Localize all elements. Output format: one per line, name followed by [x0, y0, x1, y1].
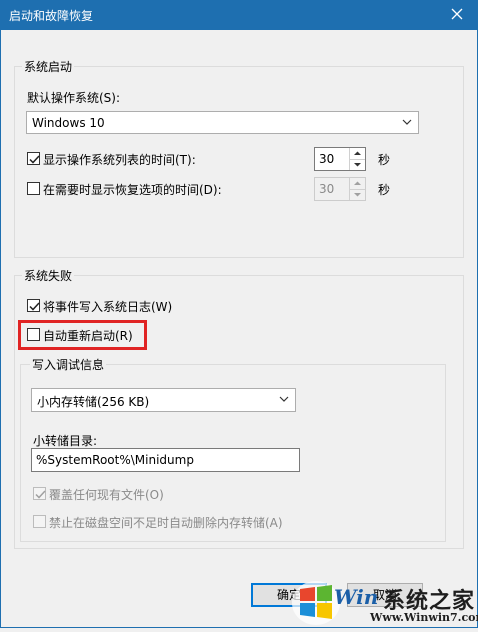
show-recovery-checkbox[interactable] — [27, 182, 40, 195]
write-event-checkbox[interactable] — [27, 299, 40, 312]
failure-legend: 系统失败 — [22, 267, 75, 284]
show-recovery-label: 在需要时显示恢复选项的时间(D): — [43, 183, 222, 197]
dump-dir-field[interactable] — [31, 448, 300, 472]
default-os-value: Windows 10 — [32, 116, 105, 130]
debug-info-legend: 写入调试信息 — [30, 356, 107, 373]
overwrite-label: 覆盖任何现有文件(O) — [49, 488, 164, 502]
spin-down-icon[interactable] — [350, 189, 365, 200]
show-os-list-unit: 秒 — [378, 153, 391, 167]
auto-restart-checkbox[interactable] — [27, 328, 40, 341]
show-recovery-unit: 秒 — [378, 183, 391, 197]
show-os-list-label: 显示操作系统列表的时间(T): — [43, 153, 196, 167]
dump-type-dropdown[interactable]: 小内存转储(256 KB) — [31, 388, 296, 412]
overwrite-checkbox[interactable] — [33, 487, 46, 500]
close-icon[interactable] — [446, 3, 468, 25]
dump-type-value: 小内存转储(256 KB) — [37, 395, 150, 409]
chevron-down-icon — [402, 116, 412, 128]
window-title: 启动和故障恢复 — [9, 9, 94, 23]
watermark: Win 系统之家 Www.Winwin7.com — [288, 575, 478, 629]
spin-down-icon[interactable] — [350, 159, 365, 170]
disable-autodelete-label: 禁止在磁盘空间不足时自动删除内存转储(A) — [49, 516, 283, 530]
auto-restart-label: 自动重新启动(R) — [43, 329, 133, 343]
default-os-label: 默认操作系统(S): — [27, 91, 121, 105]
write-event-label: 将事件写入系统日志(W) — [43, 300, 173, 314]
title-bar: 启动和故障恢复 — [0, 0, 478, 30]
show-recovery-spinner[interactable]: 30 — [314, 177, 366, 201]
disable-autodelete-checkbox[interactable] — [33, 515, 46, 528]
watermark-logo-text: Win — [334, 585, 379, 609]
dump-dir-label: 小转储目录: — [33, 434, 98, 448]
default-os-dropdown[interactable]: Windows 10 — [26, 111, 419, 134]
startup-legend: 系统启动 — [22, 58, 75, 75]
show-recovery-value: 30 — [319, 182, 335, 196]
chevron-down-icon — [279, 393, 289, 405]
show-os-list-value: 30 — [319, 152, 335, 166]
dump-dir-input[interactable] — [32, 449, 299, 471]
show-os-list-spinner[interactable]: 30 — [314, 147, 366, 171]
watermark-url: Www.Winwin7.com — [370, 611, 478, 624]
show-os-list-checkbox[interactable] — [27, 152, 40, 165]
